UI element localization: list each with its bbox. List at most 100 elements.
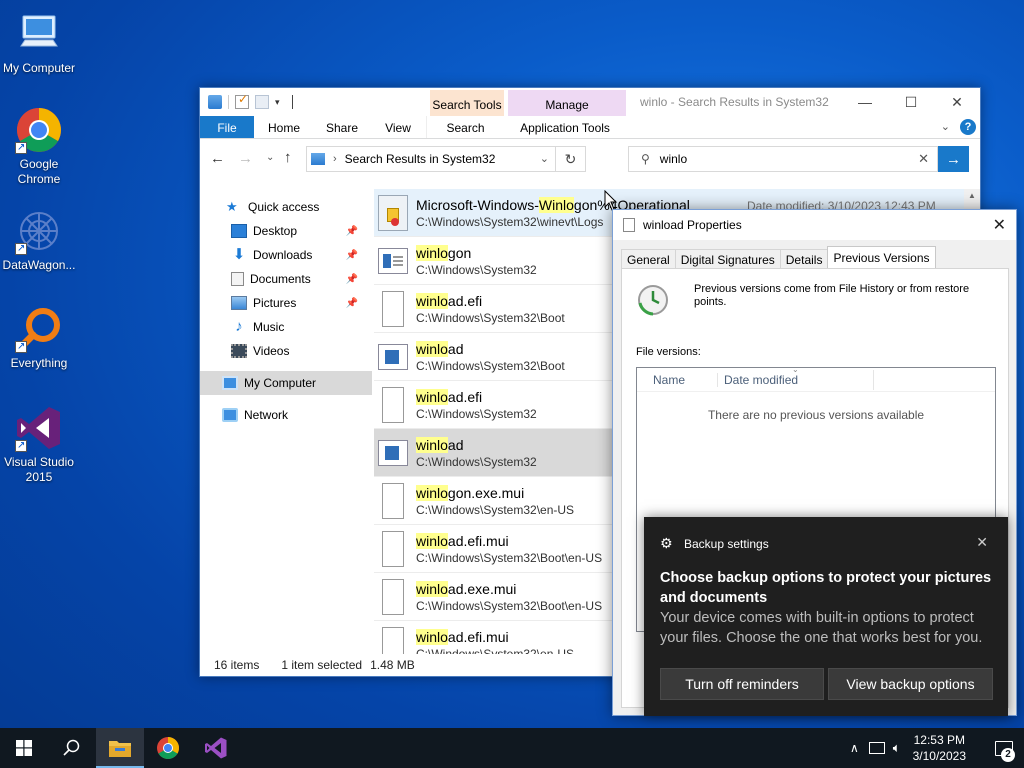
nav-item-desktop[interactable]: Desktop 📌	[200, 219, 372, 243]
taskbar: ∧ 🔈︎ 12:53 PM 3/10/2023 2	[0, 728, 1024, 768]
folder-icon	[109, 741, 131, 757]
properties-check-icon[interactable]: ✓	[235, 92, 249, 109]
taskbar-visual-studio[interactable]	[192, 728, 240, 768]
help-icon[interactable]: ?	[960, 119, 976, 135]
customize-qat-icon[interactable]: ▾	[275, 97, 280, 108]
recent-locations-icon[interactable]: ⌄	[266, 152, 274, 163]
arrow-right-icon: →	[946, 150, 961, 168]
refresh-icon[interactable]: ↻	[555, 147, 585, 171]
search-go-button[interactable]: →	[938, 146, 969, 172]
tab-home[interactable]: Home	[254, 116, 314, 138]
desktop-icon-label: Visual Studio 2015	[4, 455, 74, 484]
notification-app-name: Backup settings	[684, 537, 769, 551]
nav-item-videos[interactable]: Videos	[200, 339, 372, 363]
pin-icon[interactable]: 📌	[346, 250, 358, 261]
tab-view[interactable]: View	[370, 116, 426, 138]
network-icon[interactable]	[868, 742, 885, 754]
pictures-icon	[231, 296, 247, 310]
expand-ribbon-icon[interactable]: ⌄	[941, 120, 950, 133]
navigation-bar: ← → ⌄ ↑ › Search Results in System32 ⌄ ↻…	[200, 139, 980, 179]
selection-size: 1.48 MB	[370, 658, 415, 672]
tab-search[interactable]: Search	[426, 116, 504, 138]
desktop-icon-everything[interactable]: Everything	[0, 305, 78, 371]
show-hidden-icons-chevron-icon[interactable]: ∧	[850, 741, 859, 755]
tab-details[interactable]: Details	[779, 249, 829, 268]
chrome-icon	[157, 737, 179, 759]
action-center-button[interactable]: 2	[984, 728, 1024, 768]
close-button[interactable]: ✕	[993, 215, 1006, 235]
file-name: winload.efi.mui	[416, 532, 509, 549]
column-date-modified[interactable]: Date modified ⌄	[717, 365, 873, 387]
back-arrow-icon[interactable]: ←	[210, 150, 225, 167]
file-name: winload.efi	[416, 388, 483, 405]
desktop-icon-datawagon[interactable]: DataWagon...	[0, 207, 78, 273]
nav-item-network[interactable]: Network	[200, 403, 372, 427]
turn-off-reminders-button[interactable]: Turn off reminders	[660, 668, 824, 700]
view-backup-options-button[interactable]: View backup options	[828, 668, 993, 700]
clear-search-icon[interactable]: ✕	[918, 151, 929, 167]
desktop-icon-my-computer[interactable]: My Computer	[0, 10, 78, 76]
tab-file[interactable]: File	[200, 116, 254, 138]
scroll-up-icon[interactable]: ▲	[968, 191, 976, 200]
dismiss-notification-button[interactable]: ✕	[976, 534, 988, 551]
maximize-button[interactable]: ☐	[888, 88, 934, 116]
system-file-icon	[378, 439, 408, 466]
folder-icon[interactable]	[208, 95, 222, 109]
windows-logo-icon	[16, 740, 32, 756]
toolbar-divider	[228, 95, 229, 109]
pin-icon[interactable]: 📌	[346, 226, 358, 237]
search-results-folder-icon	[311, 153, 325, 165]
search-input[interactable]: ⚲ winlo ✕	[628, 146, 938, 172]
desktop-icon-visual-studio[interactable]: Visual Studio 2015	[0, 404, 78, 485]
film-strip-icon	[231, 344, 247, 358]
desktop-icon-google-chrome[interactable]: Google Chrome	[0, 106, 78, 187]
tab-application-tools[interactable]: Application Tools	[504, 116, 626, 138]
address-dropdown-icon[interactable]: ⌄	[540, 152, 549, 165]
search-button[interactable]	[48, 728, 96, 768]
desktop-icon-label: Google Chrome	[17, 157, 61, 186]
tab-previous-versions[interactable]: Previous Versions	[827, 246, 936, 268]
nav-item-my-computer[interactable]: My Computer	[200, 371, 372, 395]
file-name: winlogon	[416, 244, 472, 261]
blank-file-icon	[382, 290, 404, 327]
taskbar-chrome[interactable]	[144, 728, 192, 768]
navigation-pane: ★ Quick access Desktop 📌 ⬇ Downloads 📌 D…	[200, 179, 372, 654]
ribbon-tabs: File Home Share View Search Application …	[200, 116, 980, 139]
address-bar[interactable]: › Search Results in System32 ⌄ ↻	[306, 146, 586, 172]
nav-item-quick-access[interactable]: ★ Quick access	[200, 195, 372, 219]
notification-body: Your device comes with built-in options …	[660, 610, 983, 646]
computer-icon	[15, 10, 63, 58]
sort-chevron-icon: ⌄	[792, 364, 799, 374]
search-tools-context-tab: Search Tools	[430, 90, 504, 116]
close-button[interactable]: ✕	[934, 88, 980, 116]
nav-item-pictures[interactable]: Pictures 📌	[200, 291, 372, 315]
pin-icon[interactable]: 📌	[346, 298, 358, 309]
backup-settings-notification[interactable]: ⚙ Backup settings ✕ Choose backup option…	[644, 517, 1008, 716]
properties-titlebar[interactable]: winload Properties ✕	[613, 210, 1016, 240]
taskbar-file-explorer[interactable]	[96, 728, 144, 768]
nav-item-documents[interactable]: Documents 📌	[200, 267, 372, 291]
search-icon	[63, 739, 80, 756]
clock[interactable]: 12:53 PM 3/10/2023	[913, 732, 966, 764]
properties-title: winload Properties	[643, 218, 742, 232]
everything-search-icon	[15, 305, 63, 354]
explorer-titlebar[interactable]: ✓ ▾ Search Tools Manage winlo - Search R…	[200, 88, 980, 116]
new-folder-icon[interactable]	[255, 95, 269, 109]
window-title: winlo - Search Results in System32	[640, 95, 829, 109]
tab-general[interactable]: General	[621, 249, 676, 268]
speaker-icon[interactable]: 🔈︎	[893, 740, 901, 756]
tab-share[interactable]: Share	[314, 116, 370, 138]
tab-digital-signatures[interactable]: Digital Signatures	[674, 249, 781, 268]
blank-file-icon	[382, 482, 404, 519]
start-button[interactable]	[0, 728, 48, 768]
forward-arrow-icon[interactable]: →	[238, 150, 253, 167]
pin-icon[interactable]: 📌	[346, 274, 358, 285]
nav-item-music[interactable]: ♪ Music	[200, 315, 372, 339]
event-log-file-icon	[378, 194, 408, 231]
up-arrow-icon[interactable]: ↑	[284, 149, 292, 166]
nav-item-downloads[interactable]: ⬇ Downloads 📌	[200, 243, 372, 267]
properties-tabs: General Digital Signatures Details Previ…	[621, 246, 936, 268]
minimize-button[interactable]: —	[842, 88, 888, 116]
column-name[interactable]: Name	[637, 373, 717, 387]
selection-count: 1 item selected	[281, 658, 363, 672]
